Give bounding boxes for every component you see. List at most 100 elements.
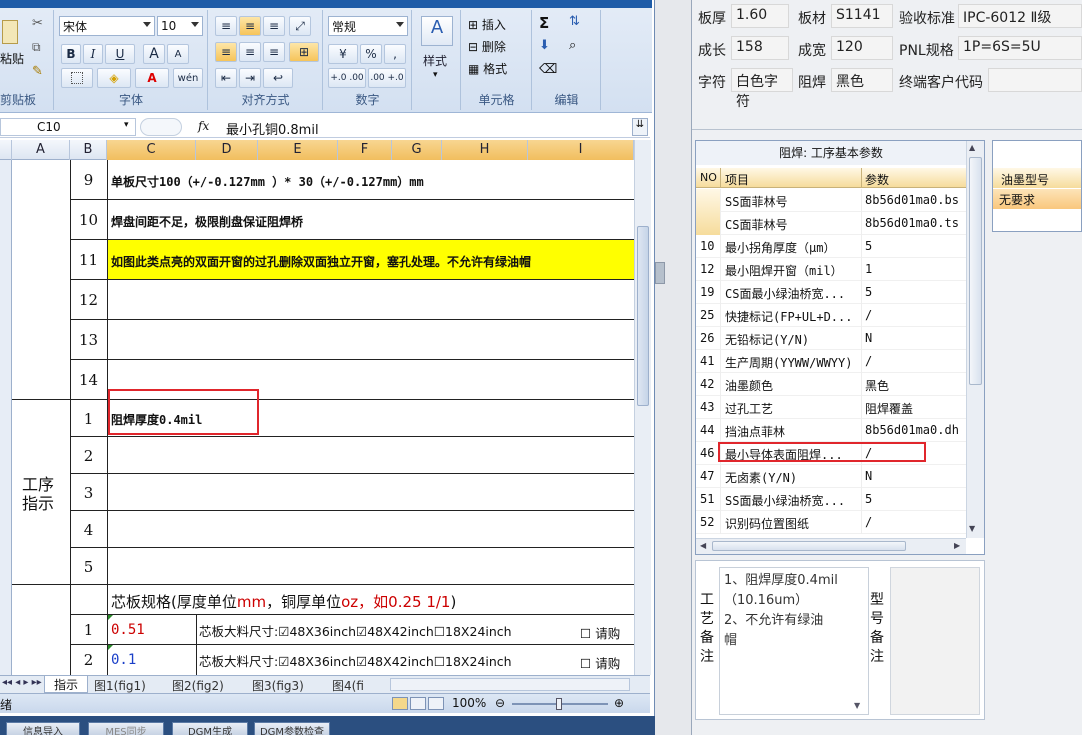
- row-headers[interactable]: [0, 160, 12, 675]
- mask-field[interactable]: 黑色: [831, 68, 893, 92]
- zoom-level[interactable]: 100%: [452, 696, 486, 710]
- list-vertical-scrollbar[interactable]: ▲ ▼: [966, 141, 984, 538]
- shrink-font-button[interactable]: A: [167, 44, 189, 64]
- list-row[interactable]: 42 油墨颜色 黑色: [696, 373, 966, 396]
- cell-text[interactable]: 如图此类点亮的双面开窗的过孔删除双面独立开窗，塞孔处理。不允许有绿油帽: [111, 253, 531, 270]
- length-field[interactable]: 158: [731, 36, 789, 60]
- align-center-icon[interactable]: ≡: [239, 42, 261, 62]
- list-row[interactable]: 1SS面菲林号8b56d01ma0.bs: [696, 189, 966, 212]
- material-field[interactable]: S1141: [831, 4, 893, 28]
- splitter-grip[interactable]: [655, 262, 665, 284]
- cell-text[interactable]: 单板尺寸100（+/-0.127mm ）* 30（+/-0.127mm）mm: [111, 173, 424, 190]
- checkbox-empty-icon[interactable]: ☐: [434, 624, 445, 639]
- taskbar-item[interactable]: MES同步: [88, 722, 164, 735]
- select-all-corner[interactable]: [0, 140, 12, 160]
- sheet-tab[interactable]: 图3(fig3): [252, 677, 304, 694]
- list-row[interactable]: 10 最小拐角厚度（μm） 5: [696, 235, 966, 258]
- core-thickness-value[interactable]: 0.51: [111, 622, 145, 638]
- checkbox-checked-icon[interactable]: ☑: [278, 654, 289, 669]
- process-notes-text[interactable]: 1、阻焊厚度0.4mil （10.16um） 2、不允许有绿油 帽: [719, 567, 869, 715]
- format-button[interactable]: ▦ 格式: [468, 60, 507, 77]
- name-box[interactable]: C10: [0, 118, 136, 136]
- page-break-icon[interactable]: [428, 697, 444, 710]
- increase-decimal-button[interactable]: +.0 .00: [328, 68, 366, 88]
- sheet-tab[interactable]: 指示: [44, 676, 88, 693]
- scrollbar-thumb[interactable]: [712, 541, 906, 551]
- column-header[interactable]: G: [392, 140, 442, 160]
- decrease-indent-icon[interactable]: ⇤: [215, 68, 237, 88]
- sheet-tab[interactable]: 图4(fi: [332, 677, 376, 694]
- font-color-button[interactable]: A: [135, 68, 169, 88]
- increase-indent-icon[interactable]: ⇥: [239, 68, 261, 88]
- italic-button[interactable]: I: [83, 44, 103, 64]
- checkbox-checked-icon[interactable]: ☑: [356, 654, 367, 669]
- paste-label[interactable]: 粘贴: [0, 50, 24, 67]
- scrollbar-thumb[interactable]: [969, 157, 982, 385]
- orientation-icon[interactable]: ⤢: [289, 16, 311, 36]
- percent-button[interactable]: %: [360, 44, 382, 64]
- list-row[interactable]: 19 CS面最小绿油桥宽... 5: [696, 281, 966, 304]
- insert-button[interactable]: ⊞ 插入: [468, 16, 506, 33]
- splitter[interactable]: [655, 0, 691, 735]
- horizontal-scrollbar[interactable]: [390, 678, 630, 691]
- parameter-list[interactable]: 阻焊: 工序基本参数 NO 项目 参数 1 SS面菲林号 8b56d01ma0.bs…: [695, 140, 985, 555]
- name-box-dropdown-icon[interactable]: ▾: [124, 120, 129, 130]
- list-row[interactable]: 2CS面菲林号8b56d01ma0.ts: [696, 212, 966, 235]
- bold-button[interactable]: B: [61, 44, 81, 64]
- column-header[interactable]: H: [442, 140, 528, 160]
- zoom-slider-thumb[interactable]: [556, 698, 562, 710]
- sum-icon[interactable]: Σ: [539, 14, 549, 32]
- checkbox-checked-icon[interactable]: ☑: [278, 624, 289, 639]
- request-option[interactable]: ☐ 请购: [580, 623, 620, 642]
- scroll-right-icon[interactable]: ▶: [954, 541, 960, 550]
- font-name-combo[interactable]: 宋体: [59, 16, 155, 36]
- font-size-combo[interactable]: 10: [157, 16, 203, 36]
- currency-icon[interactable]: ¥: [328, 44, 358, 64]
- checkbox-empty-icon[interactable]: ☐: [580, 656, 591, 671]
- merge-center-icon[interactable]: ⊞: [289, 42, 319, 62]
- phonetic-button[interactable]: wén: [173, 68, 203, 88]
- copy-icon[interactable]: ⧉: [32, 40, 41, 55]
- comma-button[interactable]: ,: [384, 44, 406, 64]
- oil-type-value[interactable]: 无要求: [993, 189, 1081, 209]
- sort-filter-icon[interactable]: ⇅: [569, 14, 580, 29]
- cut-icon[interactable]: ✂: [32, 16, 43, 31]
- align-left-icon[interactable]: ≡: [215, 42, 237, 62]
- list-row[interactable]: 52 识别码位置图纸 /: [696, 511, 966, 534]
- border-button[interactable]: [61, 68, 93, 88]
- list-row[interactable]: 51 SS面最小绿油桥宽... 5: [696, 488, 966, 511]
- zoom-in-icon[interactable]: ⊕: [614, 696, 624, 710]
- expand-formula-icon[interactable]: ⇊: [632, 118, 648, 136]
- vertical-scrollbar[interactable]: [634, 140, 651, 675]
- legend-field[interactable]: 白色字符: [731, 68, 793, 110]
- core-thickness-value[interactable]: 0.1: [111, 652, 136, 668]
- list-row[interactable]: 26 无铅标记(Y/N) N: [696, 327, 966, 350]
- column-header[interactable]: D: [196, 140, 258, 160]
- scroll-left-icon[interactable]: ◀: [700, 541, 706, 550]
- model-notes-field[interactable]: [890, 567, 980, 715]
- formula-input[interactable]: 最小孔铜0.8mil: [226, 119, 319, 138]
- clear-icon[interactable]: ⌫: [539, 62, 557, 77]
- underline-button[interactable]: U: [105, 44, 135, 64]
- request-option[interactable]: ☐ 请购: [580, 653, 620, 672]
- column-header[interactable]: E: [258, 140, 338, 160]
- checkbox-empty-icon[interactable]: ☐: [434, 654, 445, 669]
- fill-icon[interactable]: ⬇: [539, 38, 550, 53]
- sheet-tab[interactable]: 图1(fig1): [94, 677, 146, 694]
- align-middle-icon[interactable]: ≡: [239, 16, 261, 36]
- align-top-icon[interactable]: ≡: [215, 16, 237, 36]
- column-header[interactable]: 参数: [865, 171, 889, 188]
- column-header[interactable]: F: [338, 140, 392, 160]
- taskbar-item[interactable]: 信息导入: [6, 722, 80, 735]
- column-header[interactable]: I: [528, 140, 634, 160]
- taskbar-item[interactable]: DGM参数检查: [254, 722, 330, 735]
- styles-dropdown-icon[interactable]: ▾: [433, 70, 438, 80]
- column-header[interactable]: B: [70, 140, 107, 160]
- tab-nav-icon[interactable]: ◂◂ ◂ ▸ ▸▸: [2, 677, 42, 688]
- sheet-tab[interactable]: 图2(fig2): [172, 677, 224, 694]
- checkbox-checked-icon[interactable]: ☑: [356, 624, 367, 639]
- decrease-decimal-button[interactable]: .00 +.0: [368, 68, 406, 88]
- pnl-field[interactable]: 1P=6S=5U: [958, 36, 1082, 60]
- styles-icon[interactable]: A: [421, 16, 453, 46]
- column-header[interactable]: A: [12, 140, 70, 160]
